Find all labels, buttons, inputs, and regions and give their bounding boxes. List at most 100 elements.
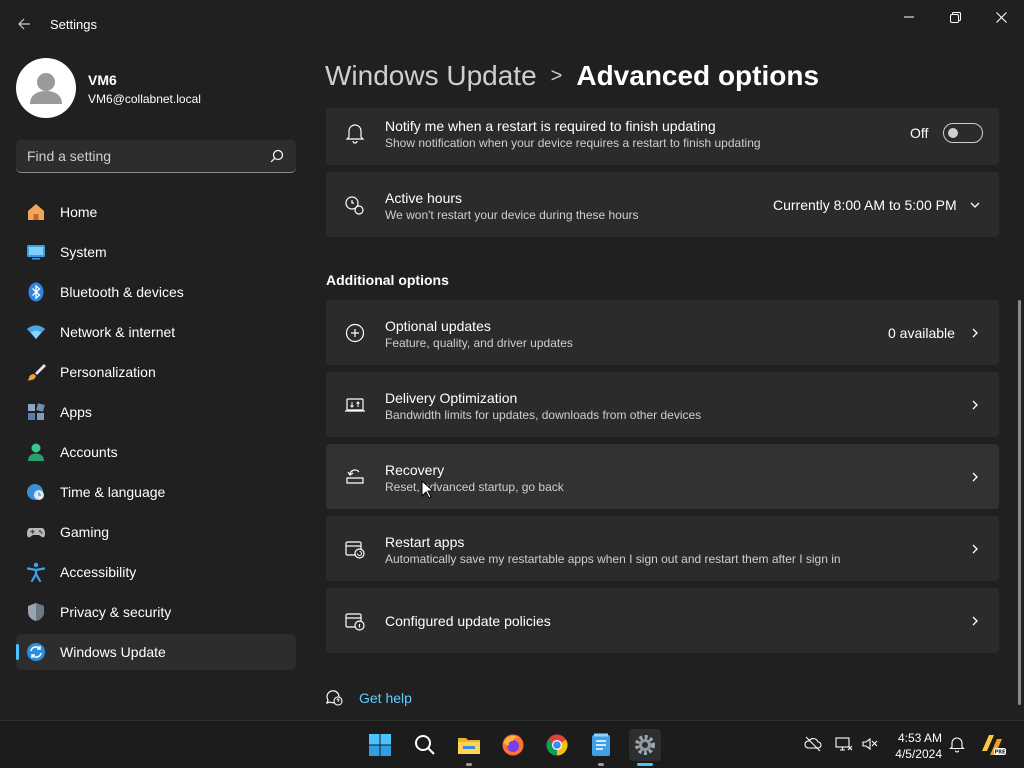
option-title: Recovery [385, 462, 445, 478]
firefox-icon [502, 734, 524, 756]
breadcrumb-parent-link[interactable]: Windows Update [325, 60, 537, 92]
search-input[interactable] [16, 140, 266, 172]
restore-icon [949, 11, 961, 23]
sidebar-item-label: Network & internet [60, 324, 176, 340]
breadcrumb: Windows Update > Advanced options [325, 58, 819, 94]
sidebar-item-label: Time & language [60, 484, 166, 500]
sidebar-item-label: Windows Update [60, 644, 166, 660]
chrome-icon [546, 734, 568, 756]
home-icon [28, 204, 44, 220]
start-button[interactable] [364, 729, 396, 761]
restore-button[interactable] [932, 4, 978, 30]
notification-bell-icon[interactable] [948, 735, 966, 753]
back-button[interactable] [12, 12, 36, 36]
notepad-icon [592, 733, 610, 756]
taskbar-clock[interactable]: 4:53 AM 4/5/2024 [880, 730, 942, 762]
clock-date: 4/5/2024 [895, 747, 942, 761]
taskbar-file-explorer[interactable] [453, 729, 485, 766]
sidebar-item-time-language[interactable]: Time & language [16, 474, 296, 510]
taskbar-search-button[interactable] [409, 729, 441, 761]
sidebar-item-home[interactable]: Home [16, 194, 296, 230]
sidebar-item-label: Accounts [60, 444, 118, 460]
sidebar-item-windows-update[interactable]: Windows Update [16, 634, 296, 670]
option-description: Bandwidth limits for updates, downloads … [385, 408, 702, 422]
cloud-offline-icon[interactable] [804, 735, 822, 753]
system-icon [27, 245, 45, 260]
setting-description: We won't restart your device during thes… [385, 208, 639, 222]
shield-icon [28, 603, 44, 621]
sidebar-item-network[interactable]: Network & internet [16, 314, 296, 350]
breadcrumb-separator: > [550, 64, 563, 87]
profile-name: VM6 [88, 72, 117, 88]
sidebar-item-label: Home [60, 204, 98, 220]
sidebar-item-system[interactable]: System [16, 234, 296, 270]
sidebar-item-accessibility[interactable]: Accessibility [16, 554, 296, 590]
setting-active-hours[interactable]: Active hours We won't restart your devic… [326, 172, 999, 237]
minimize-button[interactable] [886, 4, 932, 30]
sidebar-item-accounts[interactable]: Accounts [16, 434, 296, 470]
option-restart-apps[interactable]: Restart apps Automatically save my resta… [326, 516, 999, 581]
option-optional-updates[interactable]: Optional updates Feature, quality, and d… [326, 300, 999, 365]
minimize-icon [904, 16, 914, 18]
mouse-cursor-icon [421, 480, 435, 499]
sidebar-item-apps[interactable]: Apps [16, 394, 296, 430]
network-status-icon[interactable] [835, 735, 853, 753]
plus-circle-icon [345, 323, 365, 343]
taskbar-notepad[interactable] [585, 729, 617, 766]
recovery-icon [346, 469, 364, 484]
sidebar-item-bluetooth[interactable]: Bluetooth & devices [16, 274, 296, 310]
title-bar: Settings [0, 0, 1024, 48]
option-title: Configured update policies [385, 613, 551, 629]
setting-title: Notify me when a restart is required to … [385, 118, 716, 134]
close-button[interactable] [978, 4, 1024, 30]
back-arrow-icon [18, 18, 30, 30]
volume-muted-icon[interactable] [861, 735, 879, 753]
search-box [16, 140, 296, 173]
running-indicator [466, 763, 472, 766]
sidebar-item-privacy-security[interactable]: Privacy & security [16, 594, 296, 630]
chevron-right-icon [972, 472, 978, 482]
search-icon [415, 735, 435, 755]
profile-email: VM6@collabnet.local [88, 92, 201, 106]
taskbar-firefox[interactable] [497, 729, 529, 761]
sidebar-item-gaming[interactable]: Gaming [16, 514, 296, 550]
sidebar-item-label: Gaming [60, 524, 110, 540]
option-description: Feature, quality, and driver updates [385, 336, 573, 350]
option-configured-update-policies[interactable]: Configured update policies [326, 588, 999, 653]
windows-update-icon [27, 643, 45, 661]
settings-window: Settings VM6 VM6@collabnet.local Home [0, 0, 1024, 720]
app-title: Settings [50, 17, 97, 32]
toggle-state-label: Off [910, 125, 929, 141]
setting-title: Active hours [385, 190, 463, 206]
taskbar-settings[interactable] [629, 729, 661, 766]
copilot-pre-icon[interactable]: PRE [979, 731, 1007, 759]
chevron-down-icon[interactable] [969, 199, 981, 211]
chevron-right-icon [972, 544, 978, 554]
optional-updates-count: 0 available [888, 325, 955, 341]
sidebar-nav: Home System Bluetooth & devices Network … [16, 194, 296, 674]
start-icon [369, 734, 391, 756]
delivery-optimization-icon [345, 398, 365, 412]
sidebar-item-personalization[interactable]: Personalization [16, 354, 296, 390]
user-profile[interactable]: VM6 VM6@collabnet.local [16, 58, 296, 118]
scrollbar[interactable] [1018, 300, 1021, 705]
sidebar-item-label: System [60, 244, 107, 260]
file-explorer-icon [458, 738, 480, 754]
clock-globe-icon [27, 484, 44, 500]
active-app-indicator [637, 763, 653, 766]
setting-description: Show notification when your device requi… [385, 136, 761, 150]
option-title: Optional updates [385, 318, 491, 334]
chevron-right-icon [972, 400, 978, 410]
sidebar-item-label: Apps [60, 404, 92, 420]
accessibility-icon [26, 562, 46, 582]
active-hours-icon [345, 196, 364, 215]
taskbar: 4:53 AM 4/5/2024 PRE [0, 720, 1024, 768]
svg-text:PRE: PRE [995, 750, 1007, 756]
sidebar-item-label: Privacy & security [60, 604, 172, 620]
option-delivery-optimization[interactable]: Delivery Optimization Bandwidth limits f… [326, 372, 999, 437]
taskbar-chrome[interactable] [541, 729, 573, 761]
gamepad-icon [27, 528, 45, 538]
close-icon [995, 11, 1007, 23]
notify-restart-toggle[interactable] [943, 123, 983, 143]
search-icon[interactable] [270, 149, 284, 163]
